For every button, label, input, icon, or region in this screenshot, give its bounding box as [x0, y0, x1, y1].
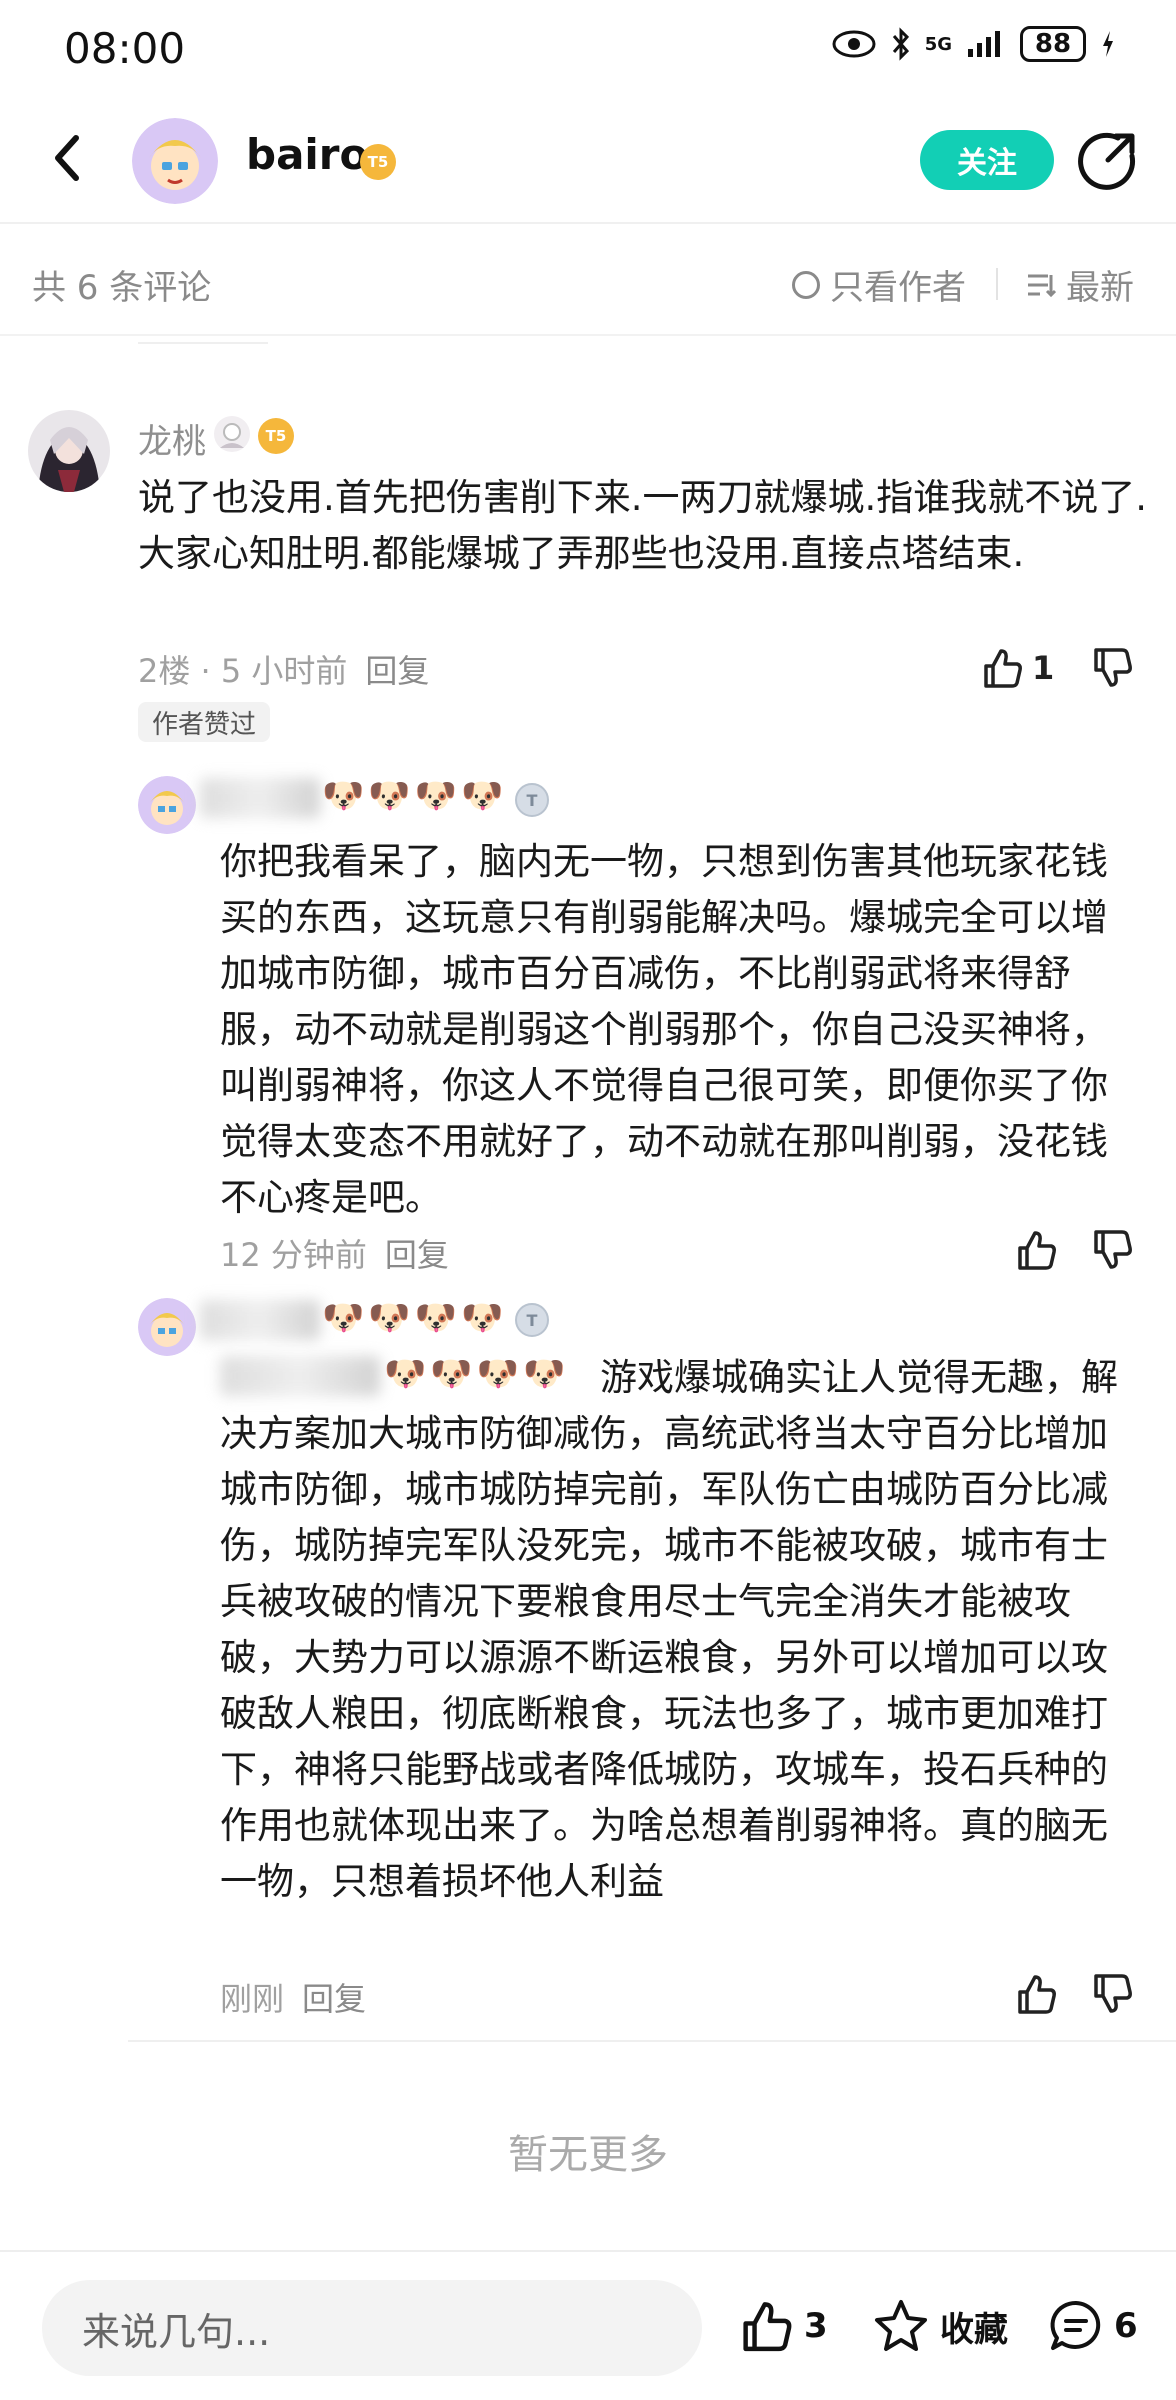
reply-button[interactable]: 回复 [365, 646, 429, 692]
author-avatar[interactable] [132, 118, 218, 204]
svg-text:T: T [527, 1311, 538, 1330]
bluetooth-icon [892, 27, 909, 61]
comment-text: 说了也没用.首先把伤害削下来.一两刀就爆城.指谁我就不说了.大家心知肚明.都能爆… [138, 476, 1148, 575]
only-author-label: 只看作者 [830, 268, 966, 308]
level-badge-icon: T [515, 1303, 549, 1337]
level-badge: T5 [360, 144, 396, 180]
signal-icon [968, 31, 1000, 57]
reply-text: 游戏爆城确实让人觉得无趣，解决方案加大城市防御减伤，高统武将当太守百分比增加城市… [220, 1350, 1130, 1910]
reply-name-blurred [200, 1300, 320, 1340]
reply-avatar[interactable] [138, 776, 196, 834]
reply-avatar[interactable] [138, 1298, 196, 1356]
comments-button[interactable]: 6 [1048, 2298, 1138, 2354]
comment-count: 共 6 条评论 [32, 268, 212, 308]
reply-meta: 12 分钟前 回复 [220, 1230, 449, 1276]
thumb-up-icon[interactable] [1014, 1228, 1058, 1272]
comment-meta: 2楼 · 5 小时前 回复 [138, 646, 429, 692]
reply-time: 12 分钟前 [220, 1236, 367, 1274]
reply-time: 刚刚 [220, 1980, 285, 2018]
thumb-down-icon[interactable] [1090, 646, 1134, 690]
status-time: 08:00 [64, 24, 186, 73]
follow-button[interactable]: 关注 [920, 130, 1054, 190]
comment-input[interactable]: 来说几句... [42, 2280, 702, 2376]
collect-label: 收藏 [940, 2309, 1008, 2350]
commenter-avatar[interactable] [28, 410, 110, 492]
reply-name-emoji: 🐶🐶🐶🐶 [322, 776, 508, 816]
post-header: bairo T5 关注 [0, 100, 1176, 224]
reply-name-blurred [200, 778, 320, 818]
battery-indicator: 88 [1020, 26, 1086, 62]
level-badge-icon: T [515, 783, 549, 817]
collect-button[interactable]: 收藏 [872, 2298, 1008, 2354]
divider [128, 2040, 1176, 2042]
svg-text:T: T [527, 791, 538, 810]
only-author-toggle[interactable]: 只看作者 [792, 260, 966, 309]
sort-icon [1028, 274, 1056, 297]
thumb-down-icon[interactable] [1090, 1228, 1134, 1272]
thumb-up-icon [984, 649, 1022, 688]
star-icon [875, 2300, 927, 2351]
thumb-up-icon[interactable] [1014, 1972, 1058, 2016]
reply-name-emoji: 🐶🐶🐶🐶 [322, 1298, 508, 1338]
sort-latest-button[interactable]: 最新 [1026, 260, 1134, 309]
commenter-name[interactable]: 龙桃 [138, 414, 206, 463]
radio-circle-icon [792, 270, 820, 299]
sort-latest-label: 最新 [1066, 268, 1134, 308]
divider [138, 342, 268, 344]
reply-text: 你把我看呆了，脑内无一物，只想到伤害其他玩家花钱买的东西，这玩意只有削弱能解决吗… [220, 840, 1108, 1219]
thumb-down-icon[interactable] [1090, 1972, 1134, 2016]
status-icons: 5G 88 [831, 26, 1116, 62]
like-button[interactable]: 1 [980, 646, 1054, 690]
share-icon[interactable] [1078, 130, 1138, 190]
like-count: 1 [1032, 649, 1055, 687]
author-liked-tag: 作者赞过 [138, 702, 271, 742]
comment-sort-bar: 共 6 条评论 只看作者 最新 [0, 226, 1176, 336]
divider [996, 268, 998, 300]
no-more-text: 暂无更多 [508, 2132, 668, 2178]
post-like-button[interactable]: 3 [738, 2298, 828, 2354]
reply-text-content: 游戏爆城确实让人觉得无趣，解决方案加大城市防御减伤，高统武将当太守百分比增加城市… [220, 1356, 1118, 1903]
reply-button[interactable]: 回复 [385, 1230, 449, 1276]
thumb-up-icon [743, 2302, 792, 2352]
reply-button[interactable]: 回复 [302, 1974, 366, 2020]
eye-icon [832, 30, 876, 58]
comment-floor-time: 2楼 · 5 小时前 [138, 652, 348, 690]
post-like-count: 3 [804, 2306, 828, 2346]
commenter-decoration-icon [214, 416, 250, 452]
network-type: 5G [924, 33, 952, 55]
level-badge: T5 [258, 418, 294, 454]
comment-bubble-icon [1050, 2300, 1101, 2350]
reply-meta: 刚刚 回复 [220, 1974, 366, 2020]
comments-count: 6 [1114, 2306, 1138, 2346]
charging-icon [1103, 31, 1113, 57]
bottom-action-bar: 来说几句... 3 收藏 6 [0, 2250, 1176, 2400]
status-bar: 08:00 5G 88 [0, 0, 1176, 100]
author-username[interactable]: bairo [246, 130, 368, 179]
back-arrow-icon[interactable] [44, 128, 94, 188]
